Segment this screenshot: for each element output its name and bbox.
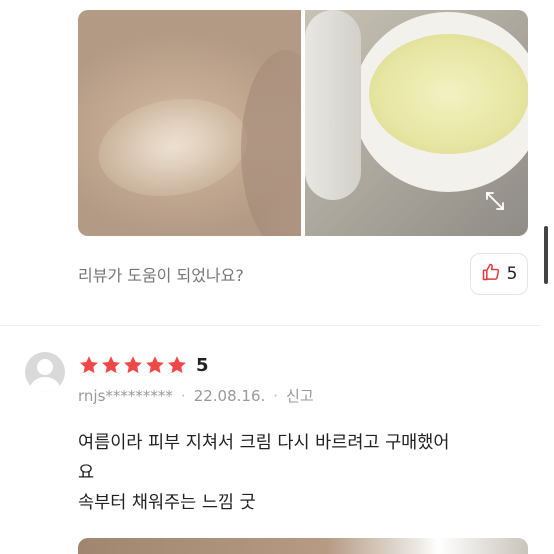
thumbs-up-icon [481,262,501,286]
like-button[interactable]: 5 [470,253,528,295]
review-divider [0,325,540,326]
star-icon [122,354,144,376]
avatar-body [30,377,60,392]
avatar-head [37,359,53,375]
helpful-row: 리뷰가 도움이 되었나요? 5 [78,253,528,295]
star-icon [78,354,100,376]
cream-smear [90,87,256,208]
star-icon [144,354,166,376]
review-photo-next[interactable] [78,538,528,554]
cream-surface [369,34,528,154]
hand-edge [241,50,301,236]
meta-separator: · [273,386,279,405]
review-photo-gallery [78,10,528,236]
review-text: 여름이라 피부 지쳐서 크림 다시 바르려고 구매했어 요 속부터 채워주는 느… [78,428,538,518]
review-photo-skin[interactable] [78,10,301,236]
star-icon [100,354,122,376]
star-rating: 5 [78,354,209,376]
star-icon [166,354,188,376]
dropper-tube [305,10,361,200]
review-line: 속부터 채워주는 느낌 굿 [78,493,256,513]
like-count: 5 [506,264,518,284]
helpful-question: 리뷰가 도움이 되었나요? [78,266,244,285]
scrollbar[interactable] [544,226,548,284]
report-link[interactable]: 신고 [286,385,314,406]
expand-icon[interactable] [482,188,508,214]
meta-separator: · [180,386,186,405]
review-meta: rnjs********* · 22.08.16. · 신고 [78,385,314,406]
review-line: 여름이라 피부 지쳐서 크림 다시 바르려고 구매했어 [78,433,450,453]
username: rnjs********* [78,386,173,405]
rating-value: 5 [196,354,209,376]
review-line: 요 [78,463,95,483]
review-photo-jar[interactable] [305,10,528,236]
review-date: 22.08.16. [193,386,266,405]
avatar [25,352,65,392]
